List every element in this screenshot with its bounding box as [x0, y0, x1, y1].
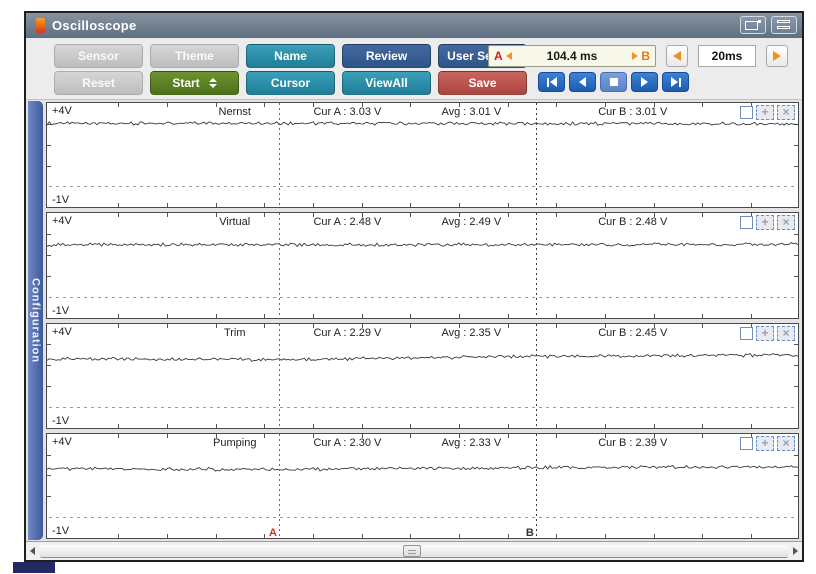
cursor-button[interactable]: Cursor: [246, 71, 335, 95]
name-button[interactable]: Name: [246, 44, 335, 68]
cursor-b-value: Cur B : 2.45 V: [598, 326, 668, 339]
close-channel-button[interactable]: ×: [777, 215, 795, 231]
cursor-a-value: Cur A : 3.03 V: [313, 106, 382, 118]
cursor-a-line[interactable]: [279, 433, 281, 538]
cursor-a-value: Cur A : 2.29 V: [313, 326, 382, 339]
waveform-trace: [47, 213, 798, 317]
play-button[interactable]: [631, 72, 658, 92]
background-window-fragment: [13, 562, 55, 573]
cursor-b-readout-label: B: [641, 49, 650, 63]
move-channel-button[interactable]: +: [756, 325, 774, 341]
scrollbar-thumb[interactable]: [402, 545, 421, 557]
horizontal-scrollbar[interactable]: [26, 541, 802, 560]
cursor-a-readout-label: A: [494, 49, 503, 63]
waveform-trace: [47, 103, 798, 207]
minimize-window-icon[interactable]: [771, 16, 797, 34]
close-channel-button[interactable]: ×: [777, 105, 795, 120]
timebase-value[interactable]: 20ms: [698, 45, 756, 67]
cursor-b-value: Cur B : 3.01 V: [598, 106, 668, 118]
cursor-b-value: Cur B : 2.39 V: [598, 436, 668, 449]
move-channel-button[interactable]: +: [756, 105, 774, 120]
cursor-b-bottom-label: B: [525, 527, 534, 539]
sensor-button[interactable]: Sensor: [54, 44, 143, 68]
start-button[interactable]: Start: [150, 71, 239, 95]
waveform-trace: [47, 434, 798, 538]
cursor-delta-value: 104.4 ms: [546, 49, 598, 63]
app-icon: [36, 18, 45, 33]
channel-checkbox[interactable]: [740, 106, 753, 119]
scale-max-label: +4V: [52, 105, 72, 117]
step-back-button[interactable]: [569, 72, 596, 92]
channel-name: Nernst: [218, 106, 251, 118]
title-bar[interactable]: Oscilloscope: [26, 13, 802, 38]
channel-panel-nernst: +4V -1V Nernst Cur A : 3.03 V Avg : 3.01…: [46, 102, 799, 209]
channel-panel-pumping: +4V -1V Pumping Cur A : 2.30 V Avg : 2.3…: [46, 432, 799, 539]
reset-button[interactable]: Reset: [54, 71, 143, 95]
scale-max-label: +4V: [52, 215, 72, 228]
average-value: Avg : 3.01 V: [441, 106, 502, 118]
timebase-increase-button[interactable]: [766, 45, 788, 67]
oscilloscope-window: Oscilloscope Sensor Theme Name Review Us…: [24, 11, 804, 562]
scroll-right-icon[interactable]: [793, 547, 798, 555]
scale-min-label: -1V: [52, 194, 70, 207]
channel-name: Pumping: [213, 436, 257, 449]
viewall-button[interactable]: ViewAll: [342, 71, 431, 95]
waveform-trace: [47, 324, 798, 428]
cursor-a-line[interactable]: [279, 323, 281, 428]
screen: Oscilloscope Sensor Theme Name Review Us…: [0, 0, 816, 574]
channel-checkbox[interactable]: [740, 436, 753, 450]
configuration-tab[interactable]: Configuration: [28, 101, 43, 540]
cursor-a-value: Cur A : 2.48 V: [313, 216, 382, 229]
review-button[interactable]: Review: [342, 44, 431, 68]
scope-area: Configuration +4V -1V Nernst Cur A : 3.0…: [26, 100, 802, 541]
cursor-a-arrow-icon: [505, 52, 512, 60]
zero-volt-gridline: [49, 186, 796, 188]
cursor-b-line[interactable]: [535, 323, 537, 428]
cursor-b-line[interactable]: [535, 213, 537, 318]
theme-button[interactable]: Theme: [150, 44, 239, 68]
start-spinner-icon: [208, 78, 217, 88]
channel-panels: +4V -1V Nernst Cur A : 3.03 V Avg : 3.01…: [44, 100, 802, 541]
timebase-decrease-button[interactable]: [666, 45, 688, 67]
move-channel-button[interactable]: +: [756, 435, 774, 451]
zero-volt-gridline: [49, 517, 796, 519]
scale-min-label: -1V: [52, 304, 70, 317]
close-channel-button[interactable]: ×: [777, 435, 795, 451]
scale-min-label: -1V: [52, 414, 70, 427]
channel-name: Virtual: [219, 216, 251, 229]
skip-to-start-button[interactable]: [538, 72, 565, 92]
zero-volt-gridline: [49, 406, 796, 408]
channel-checkbox[interactable]: [740, 326, 753, 340]
average-value: Avg : 2.49 V: [441, 216, 502, 229]
cursor-b-arrow-icon: [632, 52, 639, 60]
move-channel-button[interactable]: +: [756, 215, 774, 231]
cursor-b-line[interactable]: [535, 103, 537, 208]
channel-name: Trim: [223, 326, 246, 339]
window-title: Oscilloscope: [52, 18, 137, 33]
cursor-a-line[interactable]: [279, 213, 281, 318]
cursor-a-line[interactable]: [279, 103, 281, 208]
cursor-delta-readout: A 104.4 ms B: [488, 45, 656, 67]
zero-volt-gridline: [49, 296, 796, 298]
cursor-b-line[interactable]: [535, 433, 537, 538]
channel-panel-trim: +4V -1V Trim Cur A : 2.29 V Avg : 2.35 V…: [46, 322, 799, 429]
skip-to-end-button[interactable]: [662, 72, 689, 92]
scale-max-label: +4V: [52, 435, 72, 448]
detach-window-icon[interactable]: [740, 16, 766, 34]
scrollbar-track[interactable]: [40, 545, 788, 558]
close-channel-button[interactable]: ×: [777, 325, 795, 341]
average-value: Avg : 2.33 V: [441, 436, 502, 449]
stop-button[interactable]: [600, 72, 627, 92]
start-button-label: Start: [172, 76, 200, 90]
cursor-a-value: Cur A : 2.30 V: [313, 436, 382, 449]
channel-checkbox[interactable]: [740, 216, 753, 230]
toolbar: Sensor Theme Name Review User Setting Re…: [26, 38, 802, 100]
scroll-left-icon[interactable]: [30, 547, 35, 555]
channel-panel-virtual: +4V -1V Virtual Cur A : 2.48 V Avg : 2.4…: [46, 212, 799, 319]
scale-min-label: -1V: [52, 525, 70, 537]
average-value: Avg : 2.35 V: [441, 326, 502, 339]
scale-max-label: +4V: [52, 325, 72, 338]
cursor-b-value: Cur B : 2.48 V: [598, 216, 668, 229]
cursor-a-bottom-label: A: [269, 527, 277, 539]
